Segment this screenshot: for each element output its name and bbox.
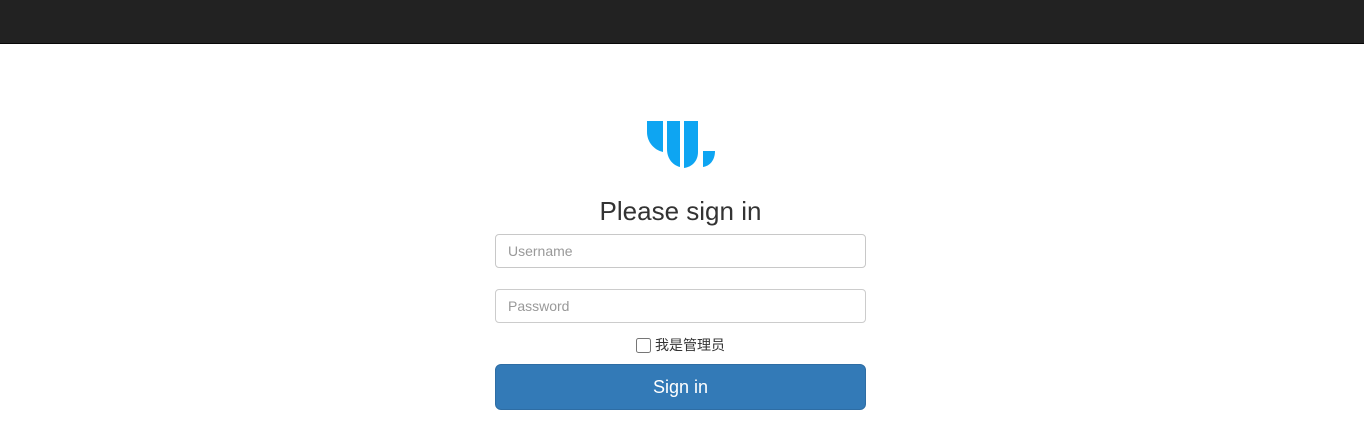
admin-checkbox-row[interactable]: 我是管理员 (495, 334, 866, 356)
password-input[interactable] (495, 289, 866, 323)
top-navbar (0, 0, 1364, 44)
sign-in-button[interactable]: Sign in (495, 364, 866, 410)
brand-logo-icon (647, 121, 715, 168)
admin-checkbox-label: 我是管理员 (655, 337, 725, 353)
page-title: Please sign in (599, 196, 762, 226)
username-input[interactable] (495, 234, 866, 268)
admin-checkbox[interactable] (636, 337, 651, 353)
